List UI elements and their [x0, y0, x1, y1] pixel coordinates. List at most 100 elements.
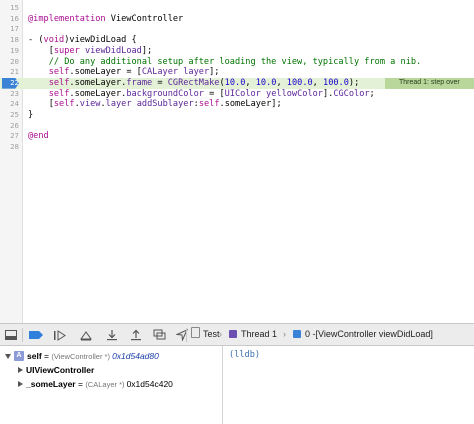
code-token: , [276, 77, 287, 88]
code-token: backgroundColor [126, 88, 204, 99]
variable-text: _someLayer = (CALayer *) 0x1d54c420 [26, 378, 173, 391]
code-token: )viewDidLoad { [64, 35, 137, 46]
code-token: @end [28, 131, 49, 142]
code-line[interactable]: 25} [0, 110, 474, 121]
code-token: [ [28, 45, 54, 56]
disclosure-collapsed-icon[interactable] [16, 364, 24, 377]
toggle-breakpoints-button[interactable] [28, 328, 44, 342]
code-token: UIColor [224, 88, 261, 99]
code-text: self.someLayer.frame = CGRectMake(10.0, … [28, 77, 360, 89]
step-into-icon [107, 330, 117, 341]
variable-name: UIViewController [26, 365, 95, 375]
code-token: , [245, 77, 256, 88]
code-line[interactable]: 22 self.someLayer.frame = CGRectMake(10.… [0, 77, 474, 89]
code-token: self [48, 77, 70, 88]
code-line[interactable]: 27 @end [0, 131, 474, 142]
variable-row[interactable]: _someLayer = (CALayer *) 0x1d54c420 [0, 378, 222, 391]
code-text: [self.view.layer addSublayer:self.someLa… [28, 99, 282, 110]
step-over-icon [80, 331, 92, 341]
code-token: ; [369, 88, 375, 99]
code-token: layer [105, 99, 132, 110]
code-token: 100.0 [323, 77, 349, 88]
breadcrumb-app-label: Test [203, 329, 220, 339]
code-token: = [152, 77, 168, 88]
code-token: self [48, 67, 70, 78]
code-line[interactable]: 20 // Do any additional setup after load… [0, 57, 474, 68]
breakpoint-icon [29, 331, 43, 339]
code-token: super [53, 45, 80, 56]
code-token: self [48, 88, 70, 99]
code-token: // Do any additional setup after loading… [28, 56, 422, 67]
code-line[interactable]: 28 [0, 142, 474, 153]
code-token: viewDidLoad [84, 45, 142, 56]
line-number: 21 [10, 67, 19, 77]
code-token: .someLayer = [ [69, 67, 142, 78]
code-token: addSublayer [136, 99, 194, 110]
chevron-right-icon: › [283, 329, 286, 339]
step-out-icon [131, 329, 141, 341]
variables-view[interactable]: Aself = (ViewController *) 0x1d54ad80 UIV… [0, 346, 222, 424]
line-number: 23 [10, 88, 19, 98]
code-text: } [28, 110, 33, 121]
code-token: void [43, 35, 65, 46]
disclosure-collapsed-icon[interactable] [16, 378, 24, 391]
variable-value: 0x1d54ad80 [112, 351, 159, 361]
code-token: 10.0 [255, 77, 277, 88]
line-number: 22 [10, 77, 19, 87]
console-view[interactable]: (lldb) [223, 346, 474, 424]
continue-button[interactable] [52, 328, 68, 342]
code-line[interactable]: 16 @implementation ViewController [0, 14, 474, 25]
thread-status-badge: Thread 1: step over [385, 77, 474, 89]
breadcrumb-frame[interactable]: 0 -[ViewController viewDidLoad] [293, 324, 433, 345]
code-token: ]. [322, 88, 334, 99]
argument-icon: A [14, 351, 24, 361]
code-line[interactable]: 18 - (void)viewDidLoad { [0, 35, 474, 46]
variable-text: self = (ViewController *) 0x1d54ad80 [27, 350, 159, 363]
frame-name: -[ViewController viewDidLoad] [312, 329, 433, 339]
variable-row[interactable]: Aself = (ViewController *) 0x1d54ad80 [0, 350, 222, 363]
code-token: CALayer [141, 67, 179, 78]
code-token: layer [183, 67, 210, 78]
code-line[interactable]: 19 [super viewDidLoad]; [0, 46, 474, 57]
code-text: [super viewDidLoad]; [28, 45, 153, 57]
code-token: ]; [209, 67, 220, 78]
step-over-button[interactable] [78, 328, 94, 342]
code-line[interactable]: 26 [0, 121, 474, 132]
code-text: self.someLayer.backgroundColor = [UIColo… [28, 89, 375, 100]
code-text: @implementation ViewController [28, 14, 183, 25]
line-number: 28 [10, 142, 19, 152]
line-number: 18 [10, 35, 19, 45]
breadcrumb-thread-label: Thread 1 [241, 329, 278, 339]
view-hierarchy-icon [153, 329, 166, 340]
debug-view-hierarchy-button[interactable] [152, 328, 168, 342]
breadcrumb-app[interactable]: Test [191, 324, 220, 345]
code-line[interactable]: 21 self.someLayer = [CALayer layer]; [0, 67, 474, 78]
disclosure-expanded-icon[interactable] [4, 350, 12, 363]
code-line[interactable]: 15 [0, 3, 474, 14]
step-into-button[interactable] [104, 328, 120, 342]
code-token: , [312, 77, 324, 88]
source-editor[interactable]: 15 16 @implementation ViewController 17 18 - … [0, 0, 474, 323]
code-line[interactable]: 17 [0, 24, 474, 35]
hide-debug-area-button[interactable] [4, 328, 18, 342]
thread-icon [229, 330, 237, 338]
code-token: view [79, 99, 101, 110]
toolbar-separator [22, 328, 23, 342]
variable-name: _someLayer [26, 379, 76, 389]
variable-text: UIViewController [26, 364, 94, 377]
code-text: self.someLayer = [CALayer layer]; [28, 67, 220, 78]
code-line[interactable]: 23 self.someLayer.backgroundColor = [UIC… [0, 89, 474, 100]
breadcrumb-thread[interactable]: Thread 1 [229, 324, 277, 345]
frame-icon [293, 330, 301, 338]
panel-icon [5, 330, 17, 340]
code-token: [ [28, 99, 54, 110]
variable-row[interactable]: UIViewController [0, 364, 222, 377]
variable-type: (ViewController *) [51, 352, 113, 361]
code-token: CGRectMake [167, 77, 220, 88]
code-line[interactable]: 24 [self.view.layer addSublayer:self.som… [0, 99, 474, 110]
code-token: .someLayer. [69, 88, 127, 99]
step-out-button[interactable] [128, 328, 144, 342]
